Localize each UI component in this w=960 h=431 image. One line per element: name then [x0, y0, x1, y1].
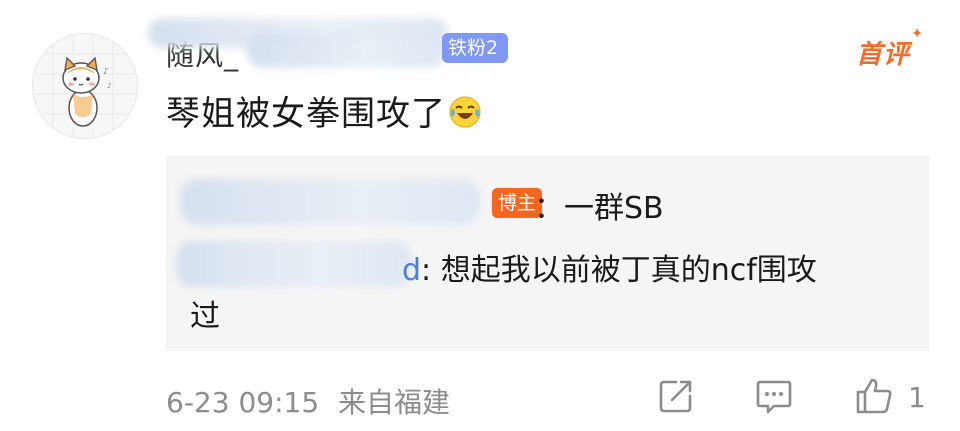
share-icon — [659, 380, 692, 413]
timestamp: 6-23 09:15 — [166, 386, 320, 419]
sparkle-icon: ✦ — [911, 26, 925, 42]
username[interactable]: 随风_ — [148, 18, 466, 72]
svg-text:♪: ♪ — [103, 67, 109, 77]
reply-text: d: 想起我以前被丁真的ncf围攻 — [402, 245, 817, 289]
like-button[interactable] — [852, 374, 896, 418]
username-blur — [246, 32, 446, 68]
svg-text:♪: ♪ — [107, 82, 111, 90]
reply-text-continued: 过 — [190, 299, 220, 334]
reply-author-suffix[interactable]: d — [402, 253, 421, 288]
source-location: 来自福建 — [338, 386, 451, 419]
like-count: 1 — [908, 381, 926, 414]
comment-text: 琴姐被女拳围攻了 — [166, 86, 482, 135]
share-button[interactable] — [654, 374, 698, 418]
thumbs-up-icon — [856, 378, 892, 414]
comment-icon — [756, 380, 792, 414]
reply-text: ：一群SB — [534, 191, 664, 226]
comment-meta: 6-23 09:15 来自福建 — [166, 381, 450, 421]
reply-author-blur — [176, 241, 412, 287]
comment-button[interactable] — [752, 374, 796, 418]
fan-badge[interactable]: 铁粉2 — [442, 33, 509, 63]
laughing-crying-emoji-icon — [449, 96, 481, 128]
reply-author-blur — [180, 179, 480, 225]
first-comment-label: 首评 — [856, 40, 911, 70]
comment-body: 琴姐被女拳围攻了 — [166, 94, 446, 134]
reply-text-body: : 想起我以前被丁真的ncf围攻 — [421, 253, 817, 288]
avatar[interactable]: ♪ ♪ — [32, 33, 138, 139]
cat-avatar-icon: ♪ ♪ — [33, 34, 137, 138]
reply-list[interactable]: 博主 ：一群SB d: 想起我以前被丁真的ncf围攻 过 — [166, 155, 929, 351]
first-comment-badge: 首评 ✦ — [856, 26, 923, 71]
